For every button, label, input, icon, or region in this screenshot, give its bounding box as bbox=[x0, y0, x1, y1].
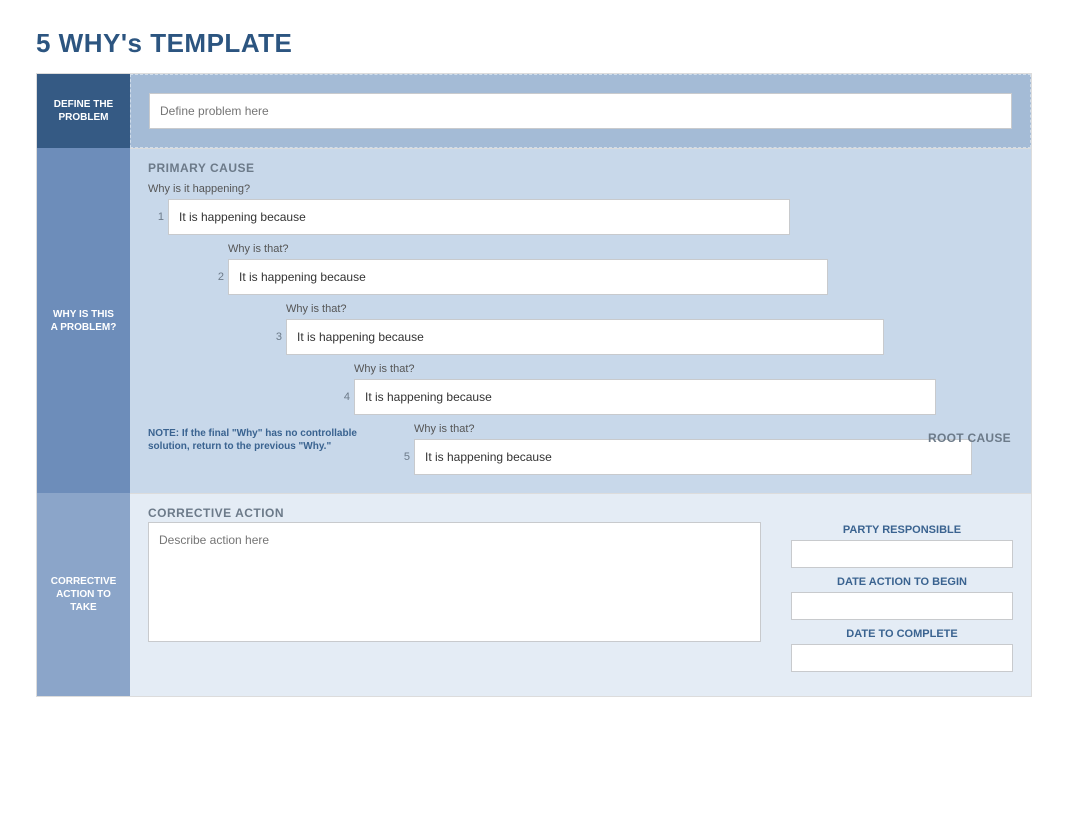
define-sidebar-line2: PROBLEM bbox=[59, 111, 109, 124]
why-step-5: 5 bbox=[394, 439, 1013, 475]
corrective-body: CORRECTIVE ACTION PARTY RESPONSIBLE DATE… bbox=[130, 493, 1031, 696]
why-input-1[interactable] bbox=[168, 199, 790, 235]
corrective-action-header: CORRECTIVE ACTION bbox=[148, 506, 1013, 520]
step-number-4: 4 bbox=[334, 391, 350, 403]
date-begin-label: DATE ACTION TO BEGIN bbox=[791, 576, 1013, 588]
why-step-4: 4 bbox=[334, 379, 1013, 415]
why-question-5: Why is that? bbox=[414, 423, 1013, 435]
why-input-4[interactable] bbox=[354, 379, 936, 415]
note-text: NOTE: If the final "Why" has no controll… bbox=[148, 427, 378, 453]
corrective-sidebar-line3: TAKE bbox=[70, 601, 96, 614]
why-question-2: Why is that? bbox=[228, 243, 1013, 255]
corrective-row: CORRECTIVE ACTION TO TAKE CORRECTIVE ACT… bbox=[37, 493, 1031, 696]
why-step-2: 2 bbox=[208, 259, 1013, 295]
define-row: DEFINE THE PROBLEM bbox=[37, 74, 1031, 148]
template-sheet: DEFINE THE PROBLEM WHY IS THIS A PROBLEM… bbox=[36, 73, 1032, 697]
corrective-sidebar-line1: CORRECTIVE bbox=[51, 575, 117, 588]
why-question-1: Why is it happening? bbox=[148, 183, 1013, 195]
party-responsible-label: PARTY RESPONSIBLE bbox=[791, 524, 1013, 536]
date-complete-input[interactable] bbox=[791, 644, 1013, 672]
whys-sidebar: WHY IS THIS A PROBLEM? bbox=[37, 148, 130, 493]
define-sidebar-line1: DEFINE THE bbox=[54, 98, 113, 111]
corrective-sidebar-line2: ACTION TO bbox=[56, 588, 111, 601]
primary-cause-header: PRIMARY CAUSE bbox=[148, 161, 1013, 175]
define-body bbox=[130, 74, 1031, 148]
root-cause-label: ROOT CAUSE bbox=[928, 431, 1011, 445]
corrective-sidebar: CORRECTIVE ACTION TO TAKE bbox=[37, 493, 130, 696]
page-title: 5 WHY's TEMPLATE bbox=[36, 28, 1032, 59]
define-sidebar: DEFINE THE PROBLEM bbox=[37, 74, 130, 148]
why-step-3: 3 bbox=[266, 319, 1013, 355]
why-input-2[interactable] bbox=[228, 259, 828, 295]
why-step-1: 1 bbox=[148, 199, 1013, 235]
why-input-5[interactable] bbox=[414, 439, 972, 475]
step-number-5: 5 bbox=[394, 451, 410, 463]
date-complete-label: DATE TO COMPLETE bbox=[791, 628, 1013, 640]
corrective-action-textarea[interactable] bbox=[148, 522, 761, 642]
step-number-3: 3 bbox=[266, 331, 282, 343]
why-question-4: Why is that? bbox=[354, 363, 1013, 375]
party-responsible-input[interactable] bbox=[791, 540, 1013, 568]
whys-body: PRIMARY CAUSE Why is it happening? 1 Why… bbox=[130, 148, 1031, 493]
why-input-3[interactable] bbox=[286, 319, 884, 355]
step-number-2: 2 bbox=[208, 271, 224, 283]
why-question-3: Why is that? bbox=[286, 303, 1013, 315]
document-page: 5 WHY's TEMPLATE DEFINE THE PROBLEM WHY … bbox=[0, 0, 1068, 836]
whys-row: WHY IS THIS A PROBLEM? PRIMARY CAUSE Why… bbox=[37, 148, 1031, 493]
whys-sidebar-line1: WHY IS THIS bbox=[53, 308, 114, 321]
whys-sidebar-line2: A PROBLEM? bbox=[51, 321, 117, 334]
date-begin-input[interactable] bbox=[791, 592, 1013, 620]
define-problem-input[interactable] bbox=[149, 93, 1012, 129]
step-number-1: 1 bbox=[148, 211, 164, 223]
